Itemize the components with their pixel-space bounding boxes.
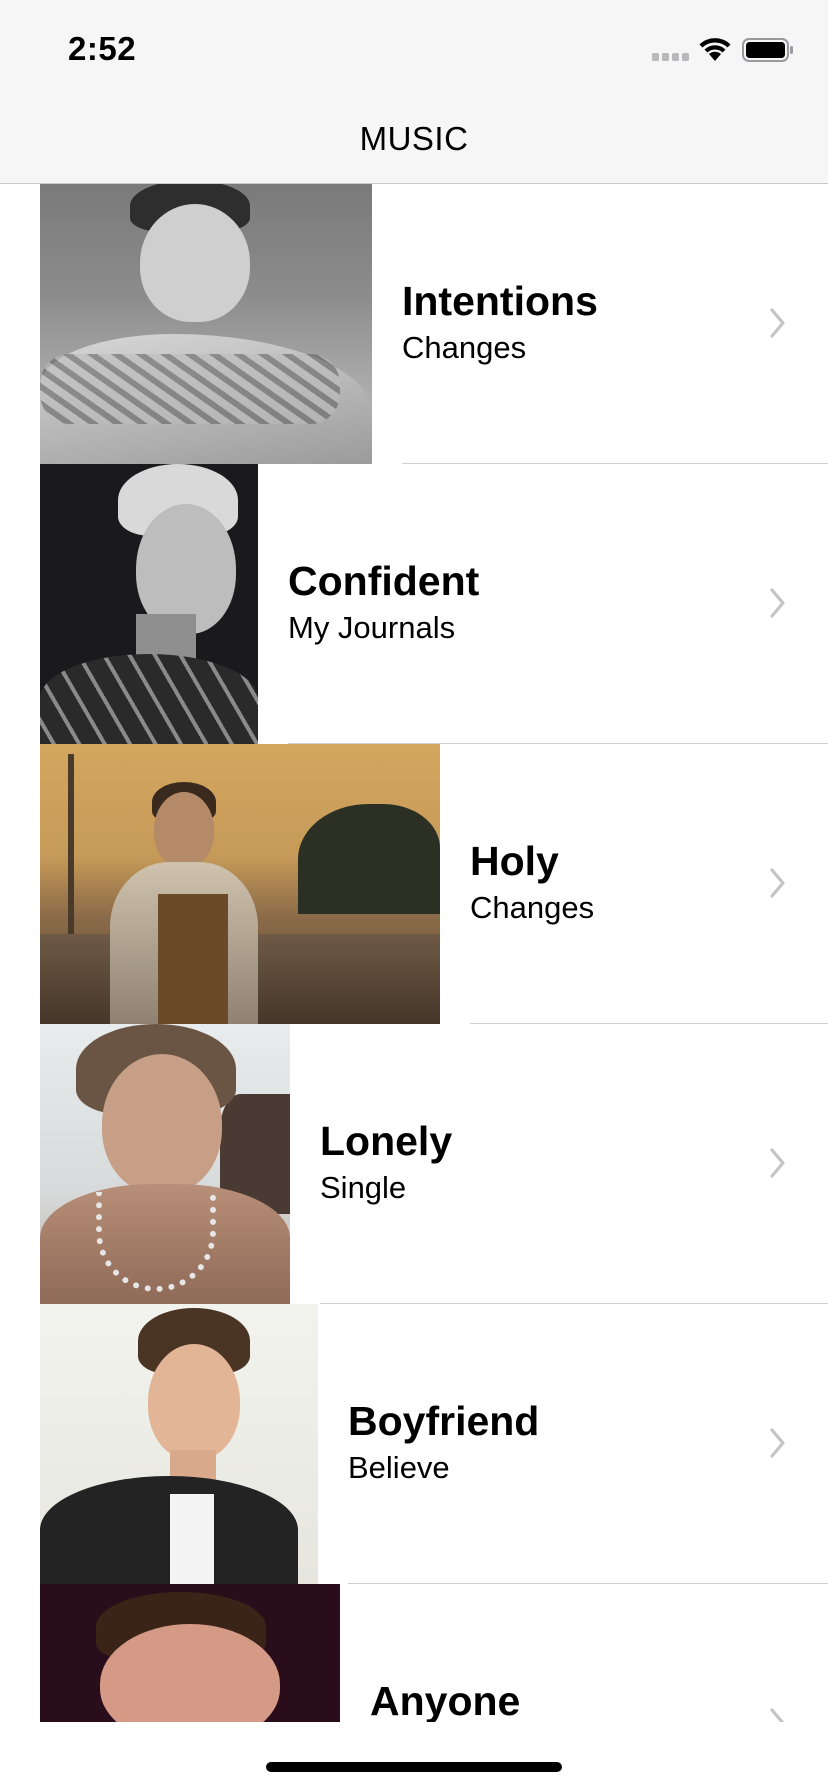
song-title: Confident — [288, 558, 480, 604]
home-indicator[interactable] — [266, 1762, 562, 1772]
album-art-thumbnail — [40, 1024, 290, 1304]
chevron-right-icon — [770, 588, 785, 618]
album-art-thumbnail — [40, 1584, 340, 1722]
album-name: Single — [320, 1170, 407, 1205]
song-title: Holy — [470, 838, 559, 884]
song-row-intentions[interactable]: Intentions Changes — [0, 184, 828, 464]
album-name: My Journals — [288, 610, 456, 645]
chevron-right-icon — [770, 1708, 785, 1722]
battery-icon — [742, 38, 793, 62]
song-row-boyfriend[interactable]: Boyfriend Believe — [0, 1304, 828, 1584]
album-art-thumbnail — [40, 1304, 318, 1584]
status-time: 2:52 — [68, 30, 137, 67]
song-title: Lonely — [320, 1118, 453, 1164]
album-name: Changes — [402, 330, 527, 365]
song-title: Anyone — [370, 1678, 521, 1722]
song-row-holy[interactable]: Holy Changes — [0, 744, 828, 1024]
song-title: Intentions — [402, 278, 598, 324]
album-name: Changes — [470, 890, 595, 925]
song-row-anyone[interactable]: Anyone — [0, 1584, 828, 1722]
page-title: MUSIC — [359, 120, 469, 157]
navigation-bar: 2:52 MUSIC — [0, 0, 828, 184]
album-art-thumbnail — [40, 184, 372, 464]
cellular-signal-icon — [652, 53, 689, 61]
album-art-thumbnail — [40, 744, 440, 1024]
song-list[interactable]: Intentions Changes Confident My Journals — [0, 184, 828, 1722]
album-name: Believe — [348, 1450, 450, 1485]
chevron-right-icon — [770, 1148, 785, 1178]
chevron-right-icon — [770, 1428, 785, 1458]
album-art-thumbnail — [40, 464, 258, 744]
song-row-lonely[interactable]: Lonely Single — [0, 1024, 828, 1304]
wifi-icon — [699, 38, 731, 61]
chevron-right-icon — [770, 868, 785, 898]
music-screen: 2:52 MUSIC Intentions Changes Confident … — [0, 0, 828, 1792]
song-title: Boyfriend — [348, 1398, 540, 1444]
chevron-right-icon — [770, 308, 785, 338]
song-row-confident[interactable]: Confident My Journals — [0, 464, 828, 744]
